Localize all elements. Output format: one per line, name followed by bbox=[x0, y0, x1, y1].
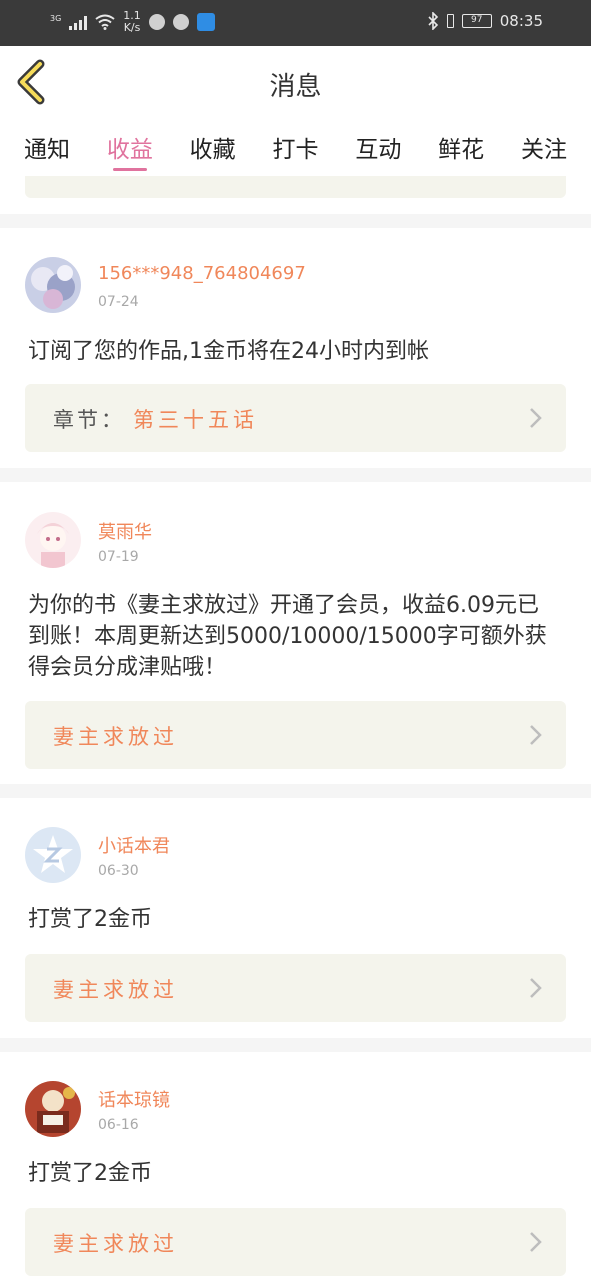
message-date: 06-16 bbox=[98, 1117, 139, 1133]
tab-notifications[interactable]: 通知 bbox=[12, 118, 82, 176]
chapter-link[interactable]: 章节： 第三十五话 bbox=[25, 384, 566, 452]
message-text: 订阅了您的作品,1金币将在24小时内到帐 bbox=[28, 339, 429, 364]
username[interactable]: 莫雨华 bbox=[98, 518, 152, 544]
book-link[interactable]: 妻主求放过 bbox=[25, 1208, 566, 1276]
clock: 08:35 bbox=[499, 12, 543, 30]
app-header: 消息 bbox=[0, 46, 591, 118]
divider bbox=[0, 468, 591, 482]
link-value: 妻主求放过 bbox=[53, 978, 178, 1002]
link-label: 章节： bbox=[53, 408, 125, 432]
message-text: 打赏了2金币 bbox=[28, 907, 152, 932]
message-card: 156***948_764804697 07-24 订阅了您的作品,1金币将在2… bbox=[0, 228, 591, 468]
message-card: 小话本君 06-30 打赏了2金币 妻主求放过 bbox=[0, 798, 591, 1038]
book-link[interactable]: 妻主求放过 bbox=[25, 701, 566, 769]
chevron-right-icon bbox=[530, 408, 542, 428]
message-card: 莫雨华 07-19 为你的书《妻主求放过》开通了会员，收益6.09元已到账！本周… bbox=[0, 482, 591, 784]
tab-checkin[interactable]: 打卡 bbox=[260, 118, 330, 176]
chevron-right-icon bbox=[530, 978, 542, 998]
tab-earnings[interactable]: 收益 bbox=[95, 118, 165, 176]
link-value: 妻主求放过 bbox=[53, 1232, 178, 1256]
link-value: 妻主求放过 bbox=[53, 725, 178, 749]
signal-icon bbox=[69, 14, 88, 30]
qq-icon bbox=[148, 14, 165, 30]
tab-follows[interactable]: 关注 bbox=[509, 118, 579, 176]
message-date: 06-30 bbox=[98, 863, 139, 879]
divider bbox=[0, 1038, 591, 1052]
tab-favorites[interactable]: 收藏 bbox=[178, 118, 248, 176]
chevron-right-icon bbox=[530, 1232, 542, 1252]
username[interactable]: 话本琼镜 bbox=[98, 1086, 170, 1112]
message-text: 为你的书《妻主求放过》开通了会员，收益6.09元已到账！本周更新达到5000/1… bbox=[28, 593, 547, 680]
hotspot-icon bbox=[196, 13, 215, 31]
username[interactable]: 小话本君 bbox=[98, 832, 170, 858]
tab-bar: 通知 收益 收藏 打卡 互动 鲜花 关注 bbox=[0, 118, 591, 176]
avatar[interactable] bbox=[25, 512, 81, 568]
tab-flowers[interactable]: 鲜花 bbox=[426, 118, 496, 176]
vibrate-icon bbox=[446, 14, 454, 28]
book-link[interactable]: 妻主求放过 bbox=[25, 954, 566, 1022]
status-bar: 3G 1.1 K/s 97 08:35 bbox=[0, 0, 591, 46]
username[interactable]: 156***948_764804697 bbox=[98, 263, 306, 284]
divider bbox=[0, 784, 591, 798]
network-speed: 1.1 K/s bbox=[123, 10, 141, 34]
speed-unit: K/s bbox=[123, 21, 141, 34]
avatar[interactable] bbox=[25, 257, 81, 313]
message-card: 话本琼镜 06-16 打赏了2金币 妻主求放过 bbox=[0, 1052, 591, 1280]
message-feed[interactable]: 156***948_764804697 07-24 订阅了您的作品,1金币将在2… bbox=[0, 176, 591, 1280]
status-left: 3G 1.1 K/s bbox=[50, 10, 215, 34]
partial-link-box[interactable] bbox=[25, 176, 566, 198]
wifi-icon bbox=[95, 14, 115, 30]
globe-icon bbox=[172, 14, 189, 30]
message-text: 打赏了2金币 bbox=[28, 1161, 152, 1186]
avatar[interactable] bbox=[25, 827, 81, 883]
message-date: 07-19 bbox=[98, 549, 139, 565]
tab-interactions[interactable]: 互动 bbox=[343, 118, 413, 176]
message-date: 07-24 bbox=[98, 294, 139, 310]
battery-icon: 97 bbox=[461, 14, 492, 28]
network-type: 3G bbox=[50, 13, 62, 23]
status-right: 97 08:35 bbox=[427, 12, 543, 30]
link-value: 第三十五话 bbox=[133, 408, 258, 432]
page-title: 消息 bbox=[269, 72, 322, 102]
chevron-right-icon bbox=[530, 725, 542, 745]
bluetooth-icon bbox=[428, 12, 438, 30]
avatar[interactable] bbox=[25, 1081, 81, 1137]
divider bbox=[0, 214, 591, 228]
